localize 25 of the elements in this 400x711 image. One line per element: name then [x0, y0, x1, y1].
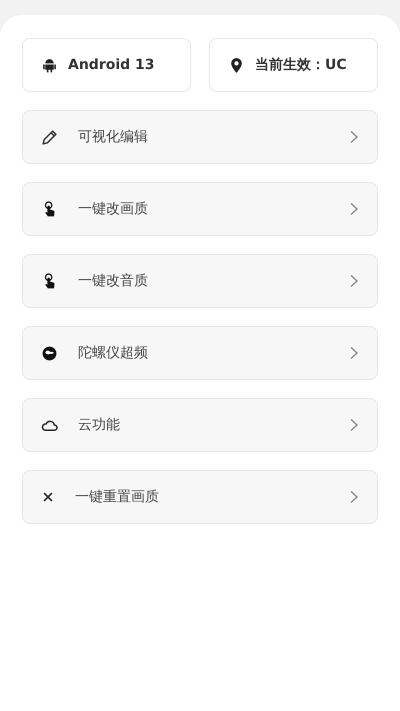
- menu-item[interactable]: 可视化编辑: [22, 110, 378, 164]
- menu-label: 云功能: [78, 416, 121, 434]
- menu-item[interactable]: 一键改画质: [22, 182, 378, 236]
- pencil-icon: [41, 128, 58, 146]
- menu-item[interactable]: 一键重置画质: [22, 470, 378, 524]
- menu-item[interactable]: 陀螺仪超频: [22, 326, 378, 380]
- menu-label: 一键改画质: [78, 200, 149, 218]
- menu-item[interactable]: 一键改音质: [22, 254, 378, 308]
- menu-label: 一键重置画质: [75, 488, 160, 506]
- android-icon: [41, 56, 58, 74]
- globe-icon: [41, 344, 58, 362]
- location-pin-icon: [228, 56, 245, 74]
- menu-label: 可视化编辑: [78, 128, 149, 146]
- chevron-right-icon: [349, 346, 359, 360]
- info-label: Android 13: [68, 57, 155, 73]
- menu-label: 一键改音质: [78, 272, 149, 290]
- chevron-right-icon: [349, 418, 359, 432]
- chevron-right-icon: [349, 490, 359, 504]
- chevron-right-icon: [349, 202, 359, 216]
- chevron-right-icon: [349, 274, 359, 288]
- close-icon: [41, 490, 55, 504]
- info-label: 当前生效：UC: [255, 56, 347, 74]
- chevron-right-icon: [349, 130, 359, 144]
- menu-label: 陀螺仪超频: [78, 344, 149, 362]
- menu-item[interactable]: 云功能: [22, 398, 378, 452]
